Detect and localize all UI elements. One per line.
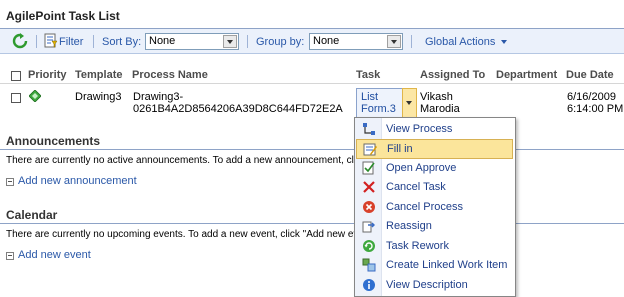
calendar-divider: [0, 223, 624, 224]
toolbar-separator: [93, 35, 94, 48]
row-process-name-line2: 0261B4A2D8564206A39D8C644FD72E2A: [133, 103, 343, 115]
column-header-process-name[interactable]: Process Name: [132, 69, 208, 81]
info-icon: [363, 279, 375, 291]
task-rework-icon: [363, 240, 375, 252]
toolbar: Filter Sort By: None Group by: None Glob…: [0, 29, 624, 54]
column-header-due-date[interactable]: Due Date: [566, 69, 614, 81]
row-checkbox[interactable]: [11, 93, 21, 103]
group-by-value: None: [313, 35, 340, 47]
column-header-task[interactable]: Task: [356, 69, 380, 81]
group-by-label: Group by:: [256, 36, 305, 48]
fill-in-icon: [363, 143, 377, 156]
calendar-title: Calendar: [6, 208, 58, 222]
menu-item-label: Create Linked Work Item: [386, 259, 508, 271]
priority-icon: [29, 90, 41, 102]
menu-item-label: Task Rework: [386, 240, 449, 252]
menu-item-label: Cancel Process: [386, 201, 464, 213]
menu-item-fill-in[interactable]: Fill in: [356, 139, 513, 159]
refresh-icon[interactable]: [12, 33, 28, 49]
announcements-title: Announcements: [6, 134, 101, 148]
row-due-date-line1: 6/16/2009: [567, 91, 616, 103]
sort-by-label: Sort By:: [102, 36, 142, 48]
column-header-department[interactable]: Department: [496, 69, 557, 81]
global-actions-label: Global Actions: [425, 36, 496, 48]
filter-button[interactable]: Filter: [59, 36, 83, 48]
menu-item-view-description[interactable]: View Description: [356, 276, 513, 294]
toolbar-separator: [411, 35, 412, 48]
caret-down-icon: [501, 40, 508, 45]
menu-item-label: Reassign: [386, 220, 432, 232]
column-header-priority[interactable]: Priority: [28, 69, 67, 81]
reassign-icon: [362, 221, 375, 233]
menu-item-label: Cancel Task: [386, 181, 446, 193]
cancel-process-icon: [363, 201, 375, 213]
menu-item-view-process[interactable]: View Process: [356, 120, 513, 138]
add-bullet-icon: [6, 252, 14, 260]
row-assigned-line1: Vikash: [420, 91, 453, 103]
page-title: AgilePoint Task List: [6, 9, 120, 23]
chevron-down-icon[interactable]: [387, 35, 401, 48]
sort-by-select[interactable]: None: [145, 33, 239, 50]
select-all-checkbox[interactable]: [11, 71, 21, 81]
open-approve-icon: [362, 161, 375, 175]
row-process-name-line1: Drawing3-: [133, 91, 184, 103]
announcements-empty-text: There are currently no active announceme…: [6, 155, 356, 166]
toolbar-separator: [247, 35, 248, 48]
menu-item-cancel-task[interactable]: Cancel Task: [356, 178, 513, 196]
task-link-line1: List: [361, 91, 379, 103]
menu-item-label: Fill in: [387, 143, 413, 155]
menu-item-label: View Description: [386, 279, 468, 291]
menu-item-open-approve[interactable]: Open Approve: [356, 159, 513, 177]
chevron-down-icon[interactable]: [223, 35, 237, 48]
sort-by-value: None: [149, 35, 176, 47]
column-header-assigned-to[interactable]: Assigned To: [420, 69, 485, 81]
menu-item-label: View Process: [386, 123, 453, 135]
menu-item-create-linked-work-item[interactable]: Create Linked Work Item: [356, 256, 513, 274]
task-menu-dropdown[interactable]: [402, 88, 417, 120]
filter-icon[interactable]: [44, 33, 58, 48]
menu-item-label: Open Approve: [386, 162, 457, 174]
toolbar-separator: [36, 35, 37, 48]
linked-work-item-icon: [362, 258, 376, 272]
add-bullet-icon: [6, 178, 14, 186]
row-assigned-line2: Marodia: [420, 103, 460, 115]
column-header-template[interactable]: Template: [75, 69, 122, 81]
header-divider: [0, 83, 624, 84]
task-link-line2: Form.3: [361, 103, 396, 115]
announcements-divider: [0, 149, 624, 150]
task-context-menu: View Process Fill in Open Approve Cancel…: [354, 117, 516, 297]
add-announcement-link[interactable]: Add new announcement: [18, 175, 137, 187]
menu-item-reassign[interactable]: Reassign: [356, 217, 513, 235]
group-by-select[interactable]: None: [309, 33, 403, 50]
cancel-task-icon: [363, 181, 375, 193]
menu-item-task-rework[interactable]: Task Rework: [356, 237, 513, 255]
add-event-link[interactable]: Add new event: [18, 249, 91, 261]
row-due-date-line2: 6:14:00 PM: [567, 103, 624, 115]
menu-item-cancel-process[interactable]: Cancel Process: [356, 198, 513, 216]
global-actions-menu[interactable]: Global Actions: [425, 36, 508, 48]
calendar-empty-text: There are currently no upcoming events. …: [6, 229, 356, 240]
view-process-icon: [363, 123, 375, 135]
row-template: Drawing3: [75, 91, 122, 103]
